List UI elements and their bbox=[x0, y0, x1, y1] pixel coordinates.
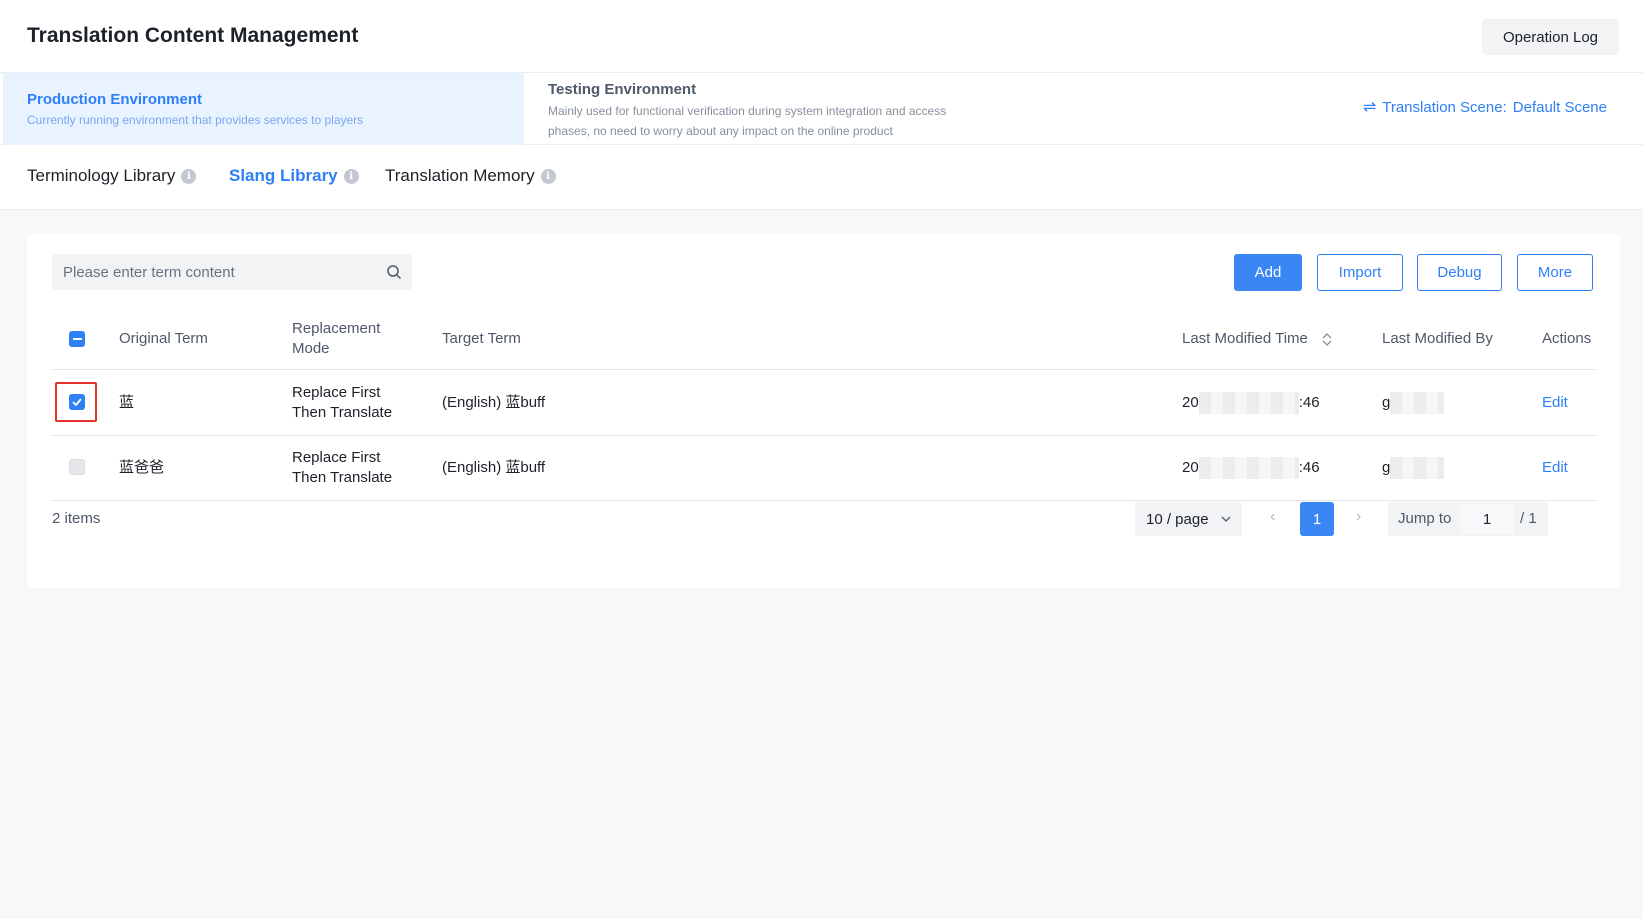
tab-slang-library[interactable]: Slang Library i bbox=[229, 166, 359, 186]
cell-replacement-mode: Replace First Then Translate bbox=[292, 449, 393, 486]
env-production-title: Production Environment bbox=[27, 91, 203, 108]
scene-value: Default Scene bbox=[1512, 98, 1607, 116]
tab-label: Slang Library bbox=[229, 166, 338, 185]
cell-last-modified-by: g bbox=[1382, 392, 1445, 414]
tab-translation-memory[interactable]: Translation Memory i bbox=[385, 166, 556, 186]
redacted-mask bbox=[1390, 392, 1445, 414]
col-target-term: Target Term bbox=[442, 330, 521, 347]
total-pages: / 1 bbox=[1520, 510, 1537, 527]
page-title: Translation Content Management bbox=[27, 24, 359, 47]
col-last-modified-by: Last Modified By bbox=[1382, 330, 1493, 347]
pagination: 2 items 10 / page ‹ 1 › Jump to / 1 bbox=[52, 502, 1596, 536]
col-last-modified-time[interactable]: Last Modified Time bbox=[1182, 329, 1332, 349]
cell-target-term: (English) 蓝buff bbox=[442, 459, 546, 476]
table-row: 蓝 Replace First Then Translate (English)… bbox=[52, 371, 1596, 436]
sort-icon[interactable] bbox=[1322, 332, 1332, 346]
row-checkbox[interactable] bbox=[69, 459, 85, 475]
env-testing-desc: Mainly used for functional verification … bbox=[548, 104, 947, 138]
redacted-mask bbox=[1390, 457, 1445, 479]
edit-link[interactable]: Edit bbox=[1542, 393, 1568, 413]
import-button[interactable]: Import bbox=[1317, 254, 1403, 291]
operation-log-button[interactable]: Operation Log bbox=[1482, 19, 1619, 55]
jump-label: Jump to bbox=[1398, 510, 1452, 527]
col-replacement-mode: Replacement Mode bbox=[292, 320, 381, 357]
cell-last-modified-by: g bbox=[1382, 457, 1445, 479]
env-production-desc: Currently running environment that provi… bbox=[27, 113, 364, 127]
env-production[interactable]: Production Environment Currently running… bbox=[3, 73, 524, 145]
more-button[interactable]: More bbox=[1517, 254, 1593, 291]
jump-to-page: Jump to / 1 bbox=[1388, 502, 1548, 536]
table-header: Original Term Replacement Mode Target Te… bbox=[52, 308, 1596, 370]
tab-label: Terminology Library bbox=[27, 166, 176, 185]
swap-icon: ⇌ bbox=[1362, 99, 1377, 116]
col-actions: Actions bbox=[1542, 330, 1592, 347]
scene-label: Translation Scene: bbox=[1382, 98, 1507, 116]
row-checkbox[interactable] bbox=[69, 394, 85, 410]
env-testing[interactable]: Testing Environment Mainly used for func… bbox=[524, 73, 1004, 145]
cell-target-term: (English) 蓝buff bbox=[442, 394, 546, 411]
debug-button[interactable]: Debug bbox=[1417, 254, 1502, 291]
library-tabs: Terminology Library i Slang Library i Tr… bbox=[0, 146, 1643, 210]
top-area: Translation Content Management Operation… bbox=[0, 0, 1643, 210]
cell-last-modified-time: 20:46 bbox=[1182, 392, 1320, 414]
redacted-mask bbox=[1198, 457, 1299, 479]
environment-bar: Production Environment Currently running… bbox=[0, 72, 1643, 145]
cell-original-term: 蓝 bbox=[119, 394, 135, 411]
prev-page-icon[interactable]: ‹ bbox=[1270, 508, 1275, 526]
chevron-down-icon bbox=[1221, 516, 1231, 522]
content-card: Add Import Debug More Original Term Repl… bbox=[27, 234, 1620, 588]
page-number-button[interactable]: 1 bbox=[1300, 502, 1334, 536]
page-size-select[interactable]: 10 / page bbox=[1135, 502, 1242, 536]
tab-terminology-library[interactable]: Terminology Library i bbox=[27, 166, 197, 186]
env-testing-title: Testing Environment bbox=[548, 81, 697, 98]
cell-last-modified-time: 20:46 bbox=[1182, 457, 1320, 479]
info-icon: i bbox=[343, 168, 359, 184]
cell-original-term: 蓝爸爸 bbox=[119, 459, 165, 476]
info-icon: i bbox=[540, 168, 556, 184]
search-box bbox=[52, 254, 412, 290]
info-icon: i bbox=[181, 168, 197, 184]
col-original-term: Original Term bbox=[119, 330, 208, 347]
table-row: 蓝爸爸 Replace First Then Translate (Englis… bbox=[52, 436, 1596, 501]
total-count: 2 items bbox=[52, 510, 101, 527]
jump-page-input[interactable] bbox=[1460, 504, 1514, 534]
translation-scene-switch[interactable]: ⇌ Translation Scene: Default Scene bbox=[1363, 97, 1607, 117]
edit-link[interactable]: Edit bbox=[1542, 458, 1568, 478]
search-input[interactable] bbox=[52, 254, 372, 290]
redacted-mask bbox=[1198, 392, 1299, 414]
add-button[interactable]: Add bbox=[1234, 254, 1302, 291]
cell-replacement-mode: Replace First Then Translate bbox=[292, 384, 393, 421]
search-icon[interactable] bbox=[386, 264, 402, 280]
next-page-icon[interactable]: › bbox=[1356, 508, 1361, 526]
tab-label: Translation Memory bbox=[385, 166, 535, 185]
select-all-checkbox[interactable] bbox=[69, 331, 85, 347]
